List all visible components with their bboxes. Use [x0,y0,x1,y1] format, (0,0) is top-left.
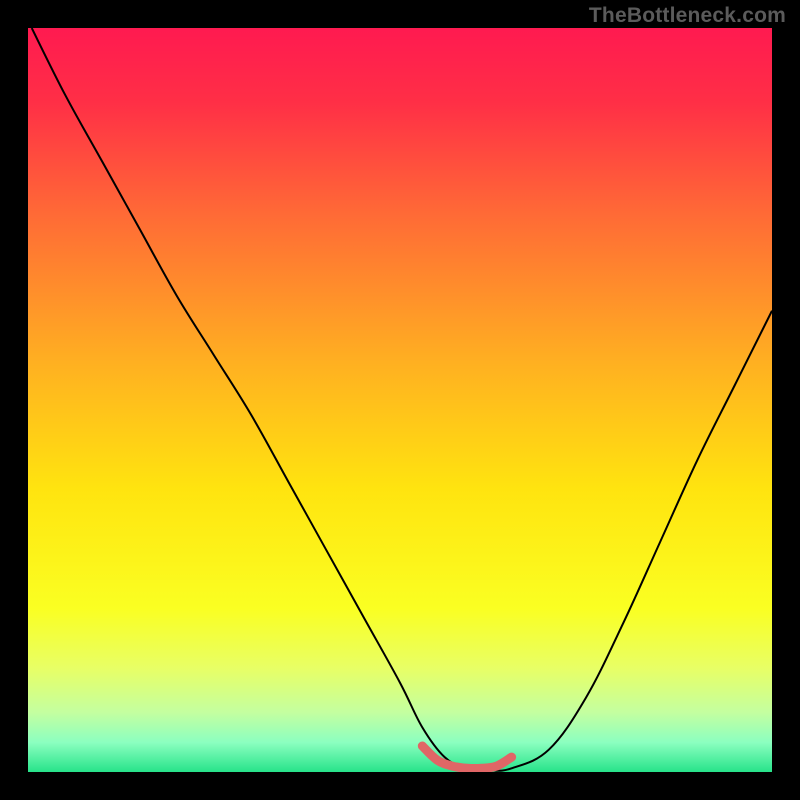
plot-area [28,28,772,772]
chart-svg [28,28,772,772]
optimal-band [422,746,511,769]
bottleneck-curve [32,28,772,771]
chart-frame: TheBottleneck.com [0,0,800,800]
attribution-watermark: TheBottleneck.com [589,4,786,28]
